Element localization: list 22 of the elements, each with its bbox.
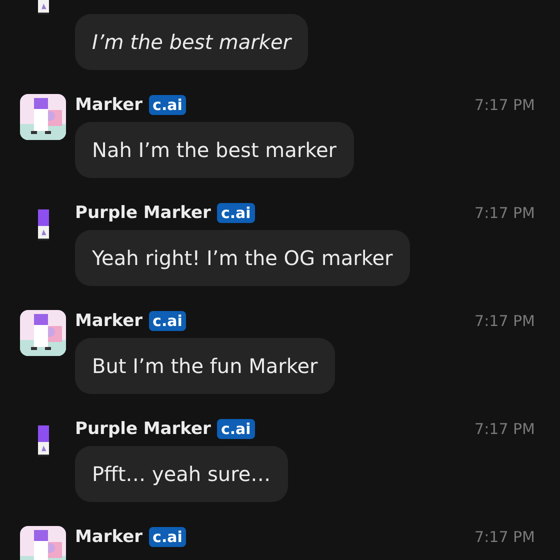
sender-name: Marker bbox=[75, 311, 143, 331]
sender-name: Purple Marker bbox=[75, 203, 211, 223]
message-bubble: But I’m the fun Marker bbox=[75, 338, 335, 394]
message-bubble: Nah I’m the best marker bbox=[75, 122, 354, 178]
sender-name: Marker bbox=[75, 527, 143, 547]
marker-icon bbox=[38, 424, 48, 458]
message-time: 7:17 PM bbox=[474, 420, 535, 438]
message-time: 7:17 PM bbox=[474, 204, 535, 222]
sender-name: Marker bbox=[75, 95, 143, 115]
bot-badge: c.ai bbox=[216, 203, 255, 223]
sender-name: Purple Marker bbox=[75, 419, 211, 439]
message-bubble: I’m the best marker bbox=[75, 14, 308, 70]
bot-badge: c.ai bbox=[148, 311, 186, 331]
message-bubble: Yeah right! I’m the OG marker bbox=[75, 230, 410, 286]
message-time: 7:17 PM bbox=[474, 528, 535, 546]
bot-badge: c.ai bbox=[216, 419, 255, 439]
bot-badge: c.ai bbox=[148, 95, 186, 115]
message-bubble: Pfft… yeah sure… bbox=[75, 446, 288, 502]
message-time: 7:17 PM bbox=[474, 312, 535, 330]
bot-badge: c.ai bbox=[148, 527, 186, 547]
marker-icon bbox=[38, 208, 48, 242]
message-time: 7:17 PM bbox=[474, 96, 535, 114]
